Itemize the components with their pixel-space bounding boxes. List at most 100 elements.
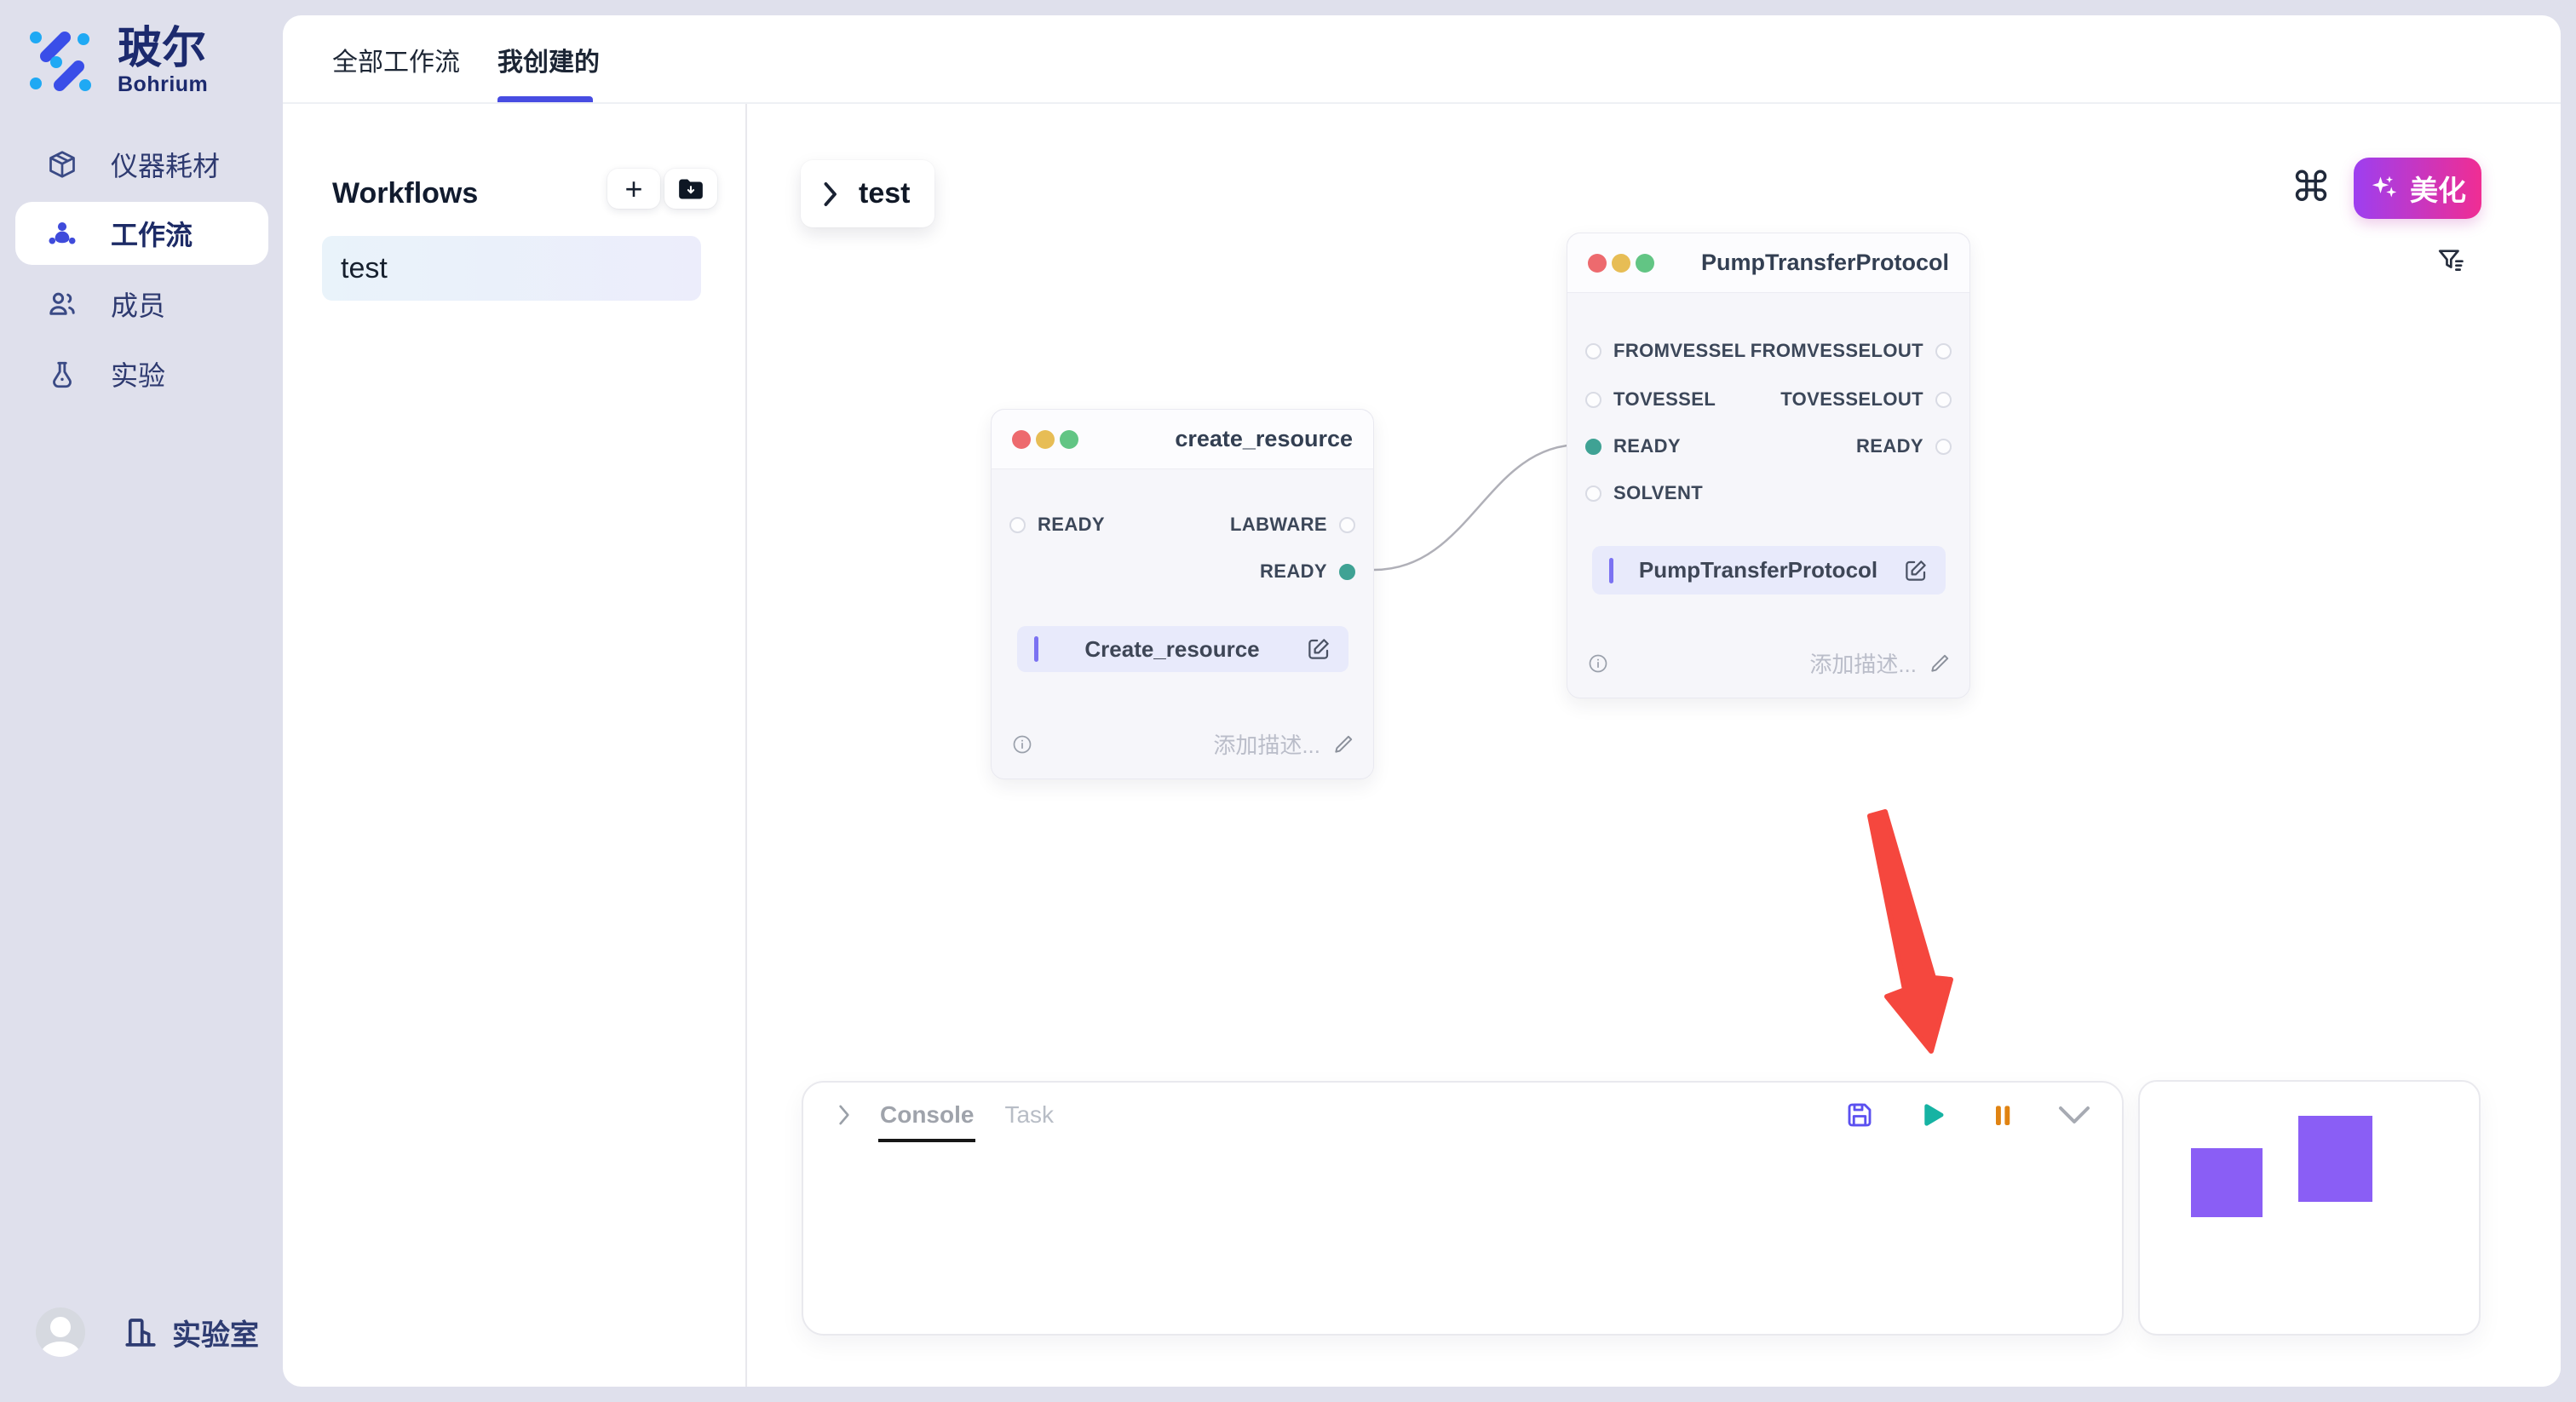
workflow-icon: [46, 217, 78, 250]
port-row: READY LABWARE: [992, 509, 1373, 541]
box-icon: [46, 148, 78, 181]
play-icon[interactable]: [1916, 1099, 1948, 1131]
beautify-label: 美化: [2410, 168, 2466, 209]
output-port[interactable]: READY: [1260, 560, 1355, 583]
edit-icon[interactable]: [1306, 636, 1331, 662]
breadcrumb-label: test: [859, 177, 910, 210]
port-circle-icon[interactable]: [1009, 517, 1026, 533]
port-row: FROMVESSEL FROMVESSELOUT: [1567, 335, 1969, 367]
logo-title: 玻尔: [118, 26, 208, 72]
node-create-resource[interactable]: create_resource READY LABWARE READY: [991, 409, 1374, 779]
port-row: SOLVENT: [1567, 477, 1969, 509]
output-port[interactable]: TOVESSELOUT: [1780, 388, 1952, 411]
description-placeholder[interactable]: 添加描述...: [1809, 647, 1917, 679]
port-circle-connected-icon[interactable]: [1339, 564, 1355, 580]
breadcrumb[interactable]: test: [801, 160, 934, 227]
profile: 实验室: [36, 1307, 259, 1357]
node-header: PumpTransferProtocol: [1567, 233, 1969, 293]
node-function-pill[interactable]: PumpTransferProtocol: [1592, 546, 1946, 595]
input-port[interactable]: READY: [1585, 435, 1681, 457]
tab-my-created[interactable]: 我创建的: [497, 15, 600, 104]
chevron-down-icon[interactable]: [2057, 1104, 2091, 1126]
sparkles-icon: [2369, 173, 2400, 204]
node-function-pill[interactable]: Create_resource: [1017, 626, 1348, 672]
active-tab-underline: [497, 96, 593, 102]
node-description-row: 添加描述...: [1588, 647, 1951, 679]
command-icon[interactable]: ⌘: [2291, 164, 2332, 211]
output-port[interactable]: FROMVESSELOUT: [1751, 340, 1952, 362]
experiment-icon: [46, 358, 78, 390]
workflows-panel: Workflows + test: [283, 104, 747, 1387]
port-circle-icon[interactable]: [1935, 343, 1952, 359]
workflow-canvas[interactable]: test ⌘ 美化: [747, 104, 2561, 1387]
workflows-panel-title: Workflows: [332, 177, 478, 210]
tab-bar: 全部工作流 我创建的: [283, 15, 2561, 104]
pencil-icon[interactable]: [1332, 733, 1354, 756]
port-row: TOVESSEL TOVESSELOUT: [1567, 383, 1969, 416]
workspace-label: 实验室: [172, 1312, 259, 1353]
tab-task[interactable]: Task: [1004, 1083, 1054, 1147]
import-folder-button[interactable]: [664, 169, 717, 209]
input-port[interactable]: TOVESSEL: [1585, 388, 1716, 411]
logo-subtitle: Bohrium: [118, 72, 208, 97]
node-description-row: 添加描述...: [1012, 728, 1354, 760]
avatar[interactable]: [36, 1307, 85, 1357]
minimap-node: [2191, 1148, 2263, 1217]
output-port[interactable]: LABWARE: [1230, 514, 1355, 536]
port-circle-icon[interactable]: [1585, 343, 1601, 359]
pause-icon[interactable]: [1989, 1100, 2016, 1129]
description-placeholder[interactable]: 添加描述...: [1213, 728, 1320, 760]
chevron-right-icon: [821, 181, 838, 207]
traffic-lights-icon: [1012, 430, 1078, 449]
building-icon: [123, 1314, 158, 1350]
port-circle-icon[interactable]: [1339, 517, 1355, 533]
add-workflow-button[interactable]: +: [607, 169, 660, 209]
sidebar-item-workflow[interactable]: 工作流: [15, 202, 268, 265]
node-header: create_resource: [992, 410, 1373, 469]
edit-icon[interactable]: [1903, 558, 1929, 583]
workspace[interactable]: 实验室: [123, 1312, 259, 1353]
sidebar-item-experiment[interactable]: 实验: [15, 342, 268, 405]
members-icon: [46, 288, 78, 320]
beautify-button[interactable]: 美化: [2354, 158, 2481, 219]
port-circle-icon[interactable]: [1935, 392, 1952, 408]
pencil-icon[interactable]: [1929, 652, 1951, 675]
minimap-node: [2298, 1116, 2372, 1202]
tab-all-workflows[interactable]: 全部工作流: [332, 15, 460, 104]
node-title: PumpTransferProtocol: [1654, 250, 1949, 276]
folder-download-icon: [678, 178, 704, 200]
input-port[interactable]: READY: [1009, 514, 1105, 536]
node-pump-transfer-protocol[interactable]: PumpTransferProtocol FROMVESSEL FROMVESS…: [1567, 233, 1970, 698]
input-port[interactable]: FROMVESSEL: [1585, 340, 1746, 362]
console-panel: Console Task: [802, 1081, 2124, 1336]
input-port[interactable]: SOLVENT: [1585, 482, 1703, 504]
port-row: READY READY: [1567, 430, 1969, 463]
chevron-right-icon[interactable]: [837, 1104, 851, 1126]
pill-accent-bar: [1609, 558, 1613, 583]
save-icon[interactable]: [1844, 1100, 1875, 1130]
minimap[interactable]: [2138, 1080, 2481, 1336]
sidebar: 玻尔 Bohrium 仪器耗材 工作流: [0, 0, 283, 1402]
traffic-lights-icon: [1588, 254, 1654, 273]
sidebar-item-label: 实验: [111, 354, 165, 394]
info-icon[interactable]: [1588, 653, 1608, 674]
port-circle-connected-icon[interactable]: [1585, 439, 1601, 455]
logo: 玻尔 Bohrium: [27, 26, 208, 97]
node-title: create_resource: [1078, 426, 1353, 452]
sidebar-item-members[interactable]: 成员: [15, 273, 268, 336]
tab-console[interactable]: Console: [880, 1083, 974, 1147]
port-row: READY: [992, 555, 1373, 588]
info-icon[interactable]: [1012, 734, 1032, 755]
sidebar-item-instruments[interactable]: 仪器耗材: [15, 133, 268, 196]
pill-accent-bar: [1034, 636, 1038, 662]
output-port[interactable]: READY: [1856, 435, 1952, 457]
sidebar-item-label: 成员: [111, 284, 165, 324]
console-header: Console Task: [803, 1083, 2122, 1147]
bohrium-logo-icon: [27, 27, 95, 95]
port-circle-icon[interactable]: [1585, 486, 1601, 502]
port-circle-icon[interactable]: [1585, 392, 1601, 408]
main-card: 全部工作流 我创建的 Workflows + test: [283, 15, 2561, 1387]
filter-icon[interactable]: [2436, 245, 2465, 276]
port-circle-icon[interactable]: [1935, 439, 1952, 455]
workflow-list-item-test[interactable]: test: [322, 236, 701, 301]
